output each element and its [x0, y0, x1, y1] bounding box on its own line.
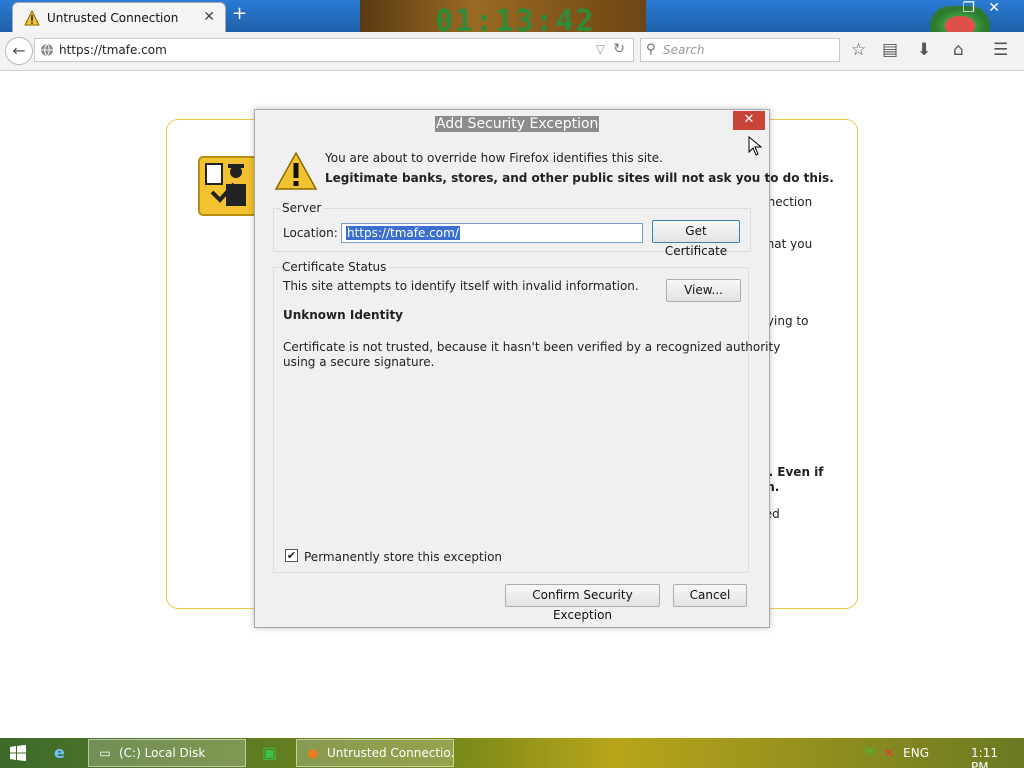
certificate-status-legend: Certificate Status	[280, 260, 389, 274]
chevron-down-icon[interactable]: ▽	[596, 42, 605, 56]
language-indicator[interactable]: ENG	[903, 746, 929, 760]
permanent-store-label[interactable]: Permanently store this exception	[304, 550, 502, 564]
dialog-close-button[interactable]: ✕	[733, 111, 765, 130]
bookmark-star-icon[interactable]: ☆	[851, 40, 866, 60]
taskbar-item-label: Untrusted Connectio...	[327, 746, 454, 760]
menu-icon[interactable]: ☰	[993, 40, 1008, 60]
certificate-status-text: This site attempts to identify itself wi…	[283, 279, 639, 293]
mouse-cursor-icon	[748, 136, 762, 156]
windows-start-icon[interactable]	[10, 745, 26, 761]
url-text: https://tmafe.com	[59, 43, 167, 57]
close-tab-icon[interactable]: ✕	[203, 9, 215, 25]
reading-list-icon[interactable]: ▤	[882, 40, 898, 60]
reload-icon[interactable]: ↻	[613, 41, 625, 57]
search-icon: ⚲	[646, 42, 656, 57]
background-wallpaper: 01:13:42	[360, 0, 646, 32]
new-tab-button[interactable]: +	[232, 3, 247, 24]
get-certificate-button[interactable]: Get Certificate	[652, 220, 740, 258]
taskbar-item-firefox[interactable]: ● Untrusted Connectio...	[296, 739, 454, 767]
location-value: https://tmafe.com/	[346, 226, 460, 240]
tab-untrusted-connection[interactable]: Untrusted Connection ✕	[12, 2, 226, 32]
back-button[interactable]: ←	[5, 37, 33, 65]
search-placeholder: Search	[663, 43, 705, 57]
warning-icon	[274, 151, 318, 190]
dialog-title: Add Security Exception	[435, 116, 600, 132]
firefox-icon: ●	[307, 746, 319, 760]
add-security-exception-dialog: Add Security Exception ✕ You are about t…	[254, 109, 834, 628]
override-warning-text: You are about to override how Firefox id…	[325, 151, 663, 165]
officer-warning-icon	[198, 156, 258, 216]
legitimate-sites-warning: Legitimate banks, stores, and other publ…	[325, 171, 834, 185]
cancel-button[interactable]: Cancel	[673, 584, 747, 607]
download-icon[interactable]: ⬇	[917, 40, 931, 60]
taskbar: e ▭ (C:) Local Disk ▣ ● Untrusted Connecti…	[0, 738, 1024, 774]
spreadsheet-icon[interactable]: ▣	[262, 743, 277, 762]
tab-title: Untrusted Connection	[47, 11, 179, 25]
location-input[interactable]: https://tmafe.com/	[341, 223, 643, 243]
navigation-toolbar: ← https://tmafe.com ▽ ↻ ⚲ Search ☆ ▤ ⬇ ⌂…	[0, 32, 1024, 71]
taskbar-item-label: (C:) Local Disk	[119, 746, 206, 760]
view-certificate-button[interactable]: View...	[666, 279, 741, 302]
search-bar[interactable]: ⚲ Search	[640, 38, 840, 62]
drive-icon: ▭	[99, 746, 111, 760]
identity-heading: Unknown Identity	[283, 308, 404, 322]
server-legend: Server	[280, 201, 324, 215]
permanent-store-checkbox[interactable]: ✔	[285, 549, 298, 562]
clock[interactable]: 1:11 PM	[971, 746, 998, 774]
globe-icon	[41, 43, 53, 57]
location-label: Location:	[283, 226, 338, 240]
url-bar[interactable]: https://tmafe.com ▽ ↻	[34, 38, 634, 62]
tab-strip: 01:13:42 Untrusted Connection ✕ + ❐ ✕	[0, 0, 1024, 46]
internet-explorer-icon[interactable]: e	[54, 743, 65, 762]
confirm-security-exception-button[interactable]: Confirm Security Exception	[505, 584, 660, 622]
identity-detail-line: Certificate is not trusted, because it h…	[283, 340, 781, 354]
warning-icon	[24, 10, 40, 26]
security-shield-icon[interactable]: ⛨	[865, 745, 874, 760]
window-controls[interactable]: ❐ ✕	[962, 0, 1000, 16]
network-error-icon[interactable]: ✕	[884, 746, 894, 760]
home-icon[interactable]: ⌂	[953, 40, 964, 60]
taskbar-item-local-disk[interactable]: ▭ (C:) Local Disk	[88, 739, 246, 767]
identity-detail-line: using a secure signature.	[283, 355, 435, 369]
background-clock: 01:13:42	[435, 4, 596, 32]
